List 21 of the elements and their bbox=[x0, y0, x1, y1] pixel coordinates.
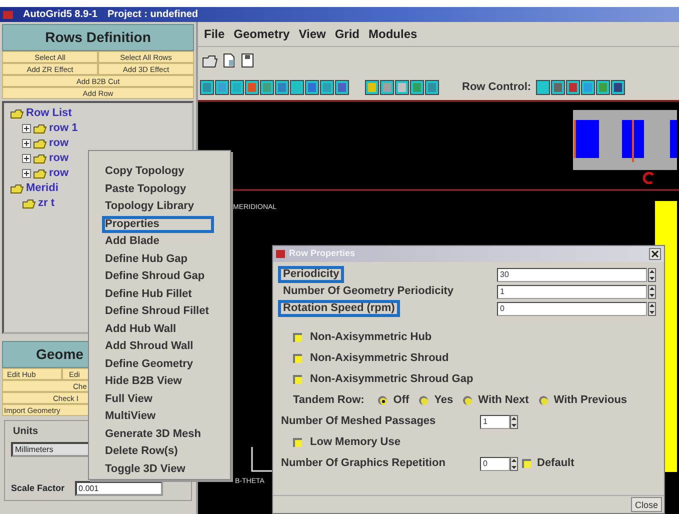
checkbox-label: Non-Axisymmetric Shroud bbox=[310, 351, 449, 366]
panel-header: Rows Definition bbox=[2, 24, 194, 51]
radio-label: With Previous bbox=[554, 393, 628, 408]
checkbox-label: Low Memory Use bbox=[310, 435, 400, 450]
radio-label: Off bbox=[393, 393, 410, 408]
field-label: Number Of Meshed Passages bbox=[281, 414, 436, 430]
radio-label: With Next bbox=[478, 393, 529, 408]
field-label: Tandem Row: bbox=[293, 393, 364, 408]
field-label: Scale Factor bbox=[11, 482, 65, 495]
dialog-title: Row Properties bbox=[289, 247, 356, 260]
field-label: Periodicity bbox=[278, 266, 344, 283]
project-title: Project : undefined bbox=[107, 8, 198, 22]
checkbox-label: Non-Axisymmetric Shroud Gap bbox=[310, 372, 474, 388]
checkbox-label: Non-Axisymmetric Hub bbox=[310, 330, 432, 346]
field-label: Number Of Graphics Repetition bbox=[281, 456, 446, 472]
window-title: AutoGrid5 8.9-1 bbox=[23, 8, 98, 22]
toolbar-label: Row Control: bbox=[462, 80, 532, 95]
checkbox-label: Default bbox=[537, 456, 574, 472]
field-label: Number Of Geometry Periodicity bbox=[282, 284, 455, 299]
radio-label: Yes bbox=[434, 393, 454, 408]
field-label: Rotation Speed (rpm) bbox=[278, 300, 400, 317]
